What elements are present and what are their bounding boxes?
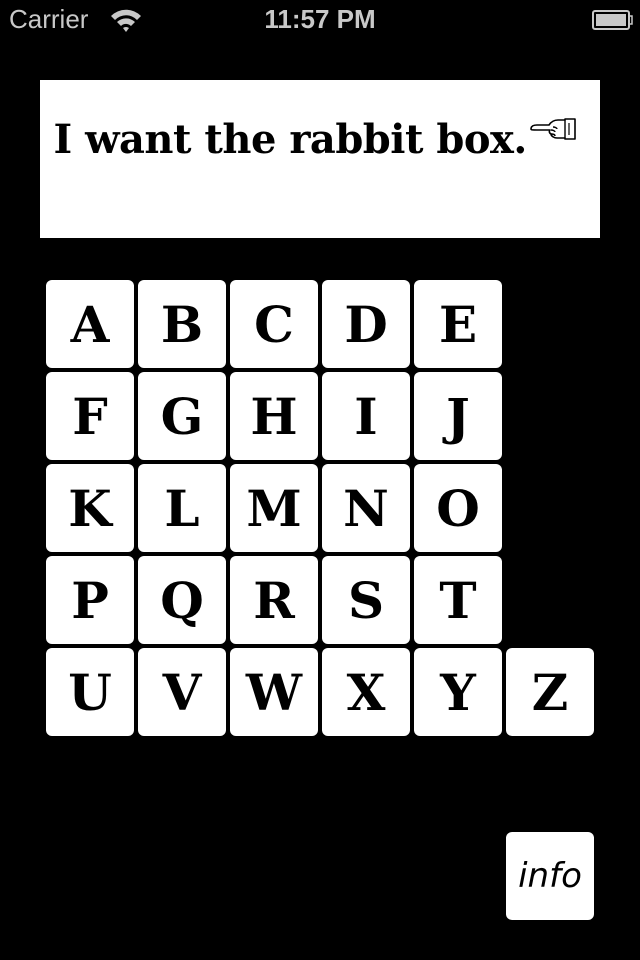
letter-key-o[interactable]: O bbox=[414, 464, 502, 552]
letter-key-j[interactable]: J bbox=[414, 372, 502, 460]
letter-key-l[interactable]: L bbox=[138, 464, 226, 552]
letter-key-d[interactable]: D bbox=[322, 280, 410, 368]
letter-key-n[interactable]: N bbox=[322, 464, 410, 552]
info-button[interactable]: info bbox=[506, 832, 594, 920]
letter-key-x[interactable]: X bbox=[322, 648, 410, 736]
letter-key-b[interactable]: B bbox=[138, 280, 226, 368]
letter-key-v[interactable]: V bbox=[138, 648, 226, 736]
letter-key-c[interactable]: C bbox=[230, 280, 318, 368]
battery-full-icon bbox=[592, 9, 634, 31]
pointing-hand-icon bbox=[529, 98, 577, 140]
letter-key-y[interactable]: Y bbox=[414, 648, 502, 736]
letter-key-m[interactable]: M bbox=[230, 464, 318, 552]
letter-key-p[interactable]: P bbox=[46, 556, 134, 644]
status-bar: Carrier 11:57 PM bbox=[0, 0, 640, 40]
letter-key-a[interactable]: A bbox=[46, 280, 134, 368]
letter-key-w[interactable]: W bbox=[230, 648, 318, 736]
letter-key-s[interactable]: S bbox=[322, 556, 410, 644]
letter-key-k[interactable]: K bbox=[46, 464, 134, 552]
letter-key-g[interactable]: G bbox=[138, 372, 226, 460]
letter-key-e[interactable]: E bbox=[414, 280, 502, 368]
letter-key-t[interactable]: T bbox=[414, 556, 502, 644]
clock: 11:57 PM bbox=[264, 4, 376, 34]
message-display: I want the rabbit box. bbox=[40, 80, 600, 238]
letter-key-h[interactable]: H bbox=[230, 372, 318, 460]
letter-key-f[interactable]: F bbox=[46, 372, 134, 460]
message-text-content: I want the rabbit box. bbox=[40, 116, 527, 163]
letter-key-q[interactable]: Q bbox=[138, 556, 226, 644]
letter-key-r[interactable]: R bbox=[230, 556, 318, 644]
letter-key-i[interactable]: I bbox=[322, 372, 410, 460]
message-text: I want the rabbit box. bbox=[40, 98, 600, 172]
letter-key-u[interactable]: U bbox=[46, 648, 134, 736]
letter-key-z[interactable]: Z bbox=[506, 648, 594, 736]
